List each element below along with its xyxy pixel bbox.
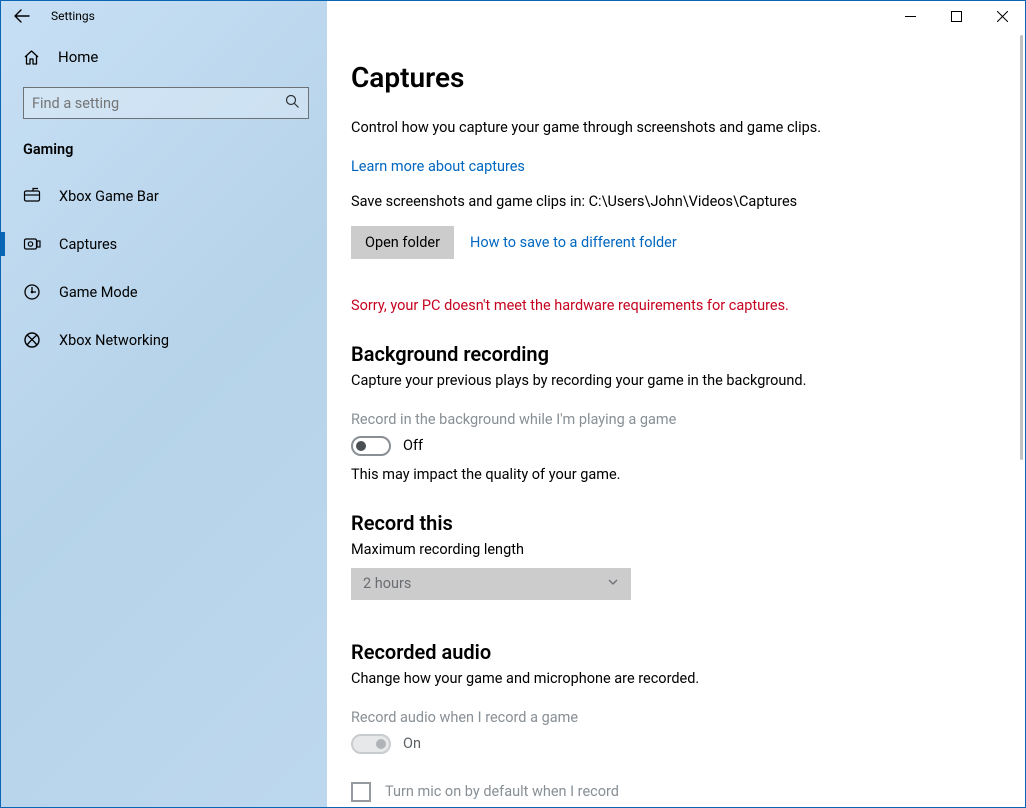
background-toggle-label: Record in the background while I'm playi… <box>351 411 985 428</box>
recorded-audio-heading: Recorded audio <box>351 640 985 664</box>
record-this-heading: Record this <box>351 511 985 535</box>
maximize-icon <box>951 11 962 22</box>
mic-default-label: Turn mic on by default when I record <box>385 783 619 800</box>
scrollbar[interactable] <box>1017 31 1025 807</box>
mic-default-row: Turn mic on by default when I record <box>351 782 985 802</box>
search-box[interactable] <box>23 87 309 119</box>
background-recording-heading: Background recording <box>351 342 985 366</box>
close-icon <box>997 11 1008 22</box>
background-recording-subtext: Capture your previous plays by recording… <box>351 372 985 389</box>
background-note: This may impact the quality of your game… <box>351 466 985 483</box>
record-audio-toggle-state: On <box>403 735 421 752</box>
window-title: Settings <box>51 9 95 23</box>
save-path-text: Save screenshots and game clips in: C:\U… <box>351 193 985 210</box>
search-icon <box>285 94 300 113</box>
xbox-icon <box>23 331 41 349</box>
body: Home Gaming Xbox Game Bar Captures <box>1 31 1025 807</box>
window-controls <box>887 1 1025 31</box>
sidebar-item-label: Captures <box>59 236 117 253</box>
arrow-left-icon <box>14 8 30 24</box>
content: Captures Control how you capture your ga… <box>327 31 1025 807</box>
scrollbar-thumb[interactable] <box>1020 35 1023 460</box>
minimize-icon <box>905 11 916 22</box>
page-title: Captures <box>351 61 985 94</box>
record-audio-toggle-row: On <box>351 734 985 754</box>
game-bar-icon <box>23 187 41 205</box>
mic-default-checkbox[interactable] <box>351 782 371 802</box>
chevron-down-icon <box>607 575 619 592</box>
background-toggle[interactable] <box>351 436 391 456</box>
settings-window: Settings Home <box>0 0 1026 808</box>
sidebar-item-captures[interactable]: Captures <box>1 222 327 266</box>
open-folder-button[interactable]: Open folder <box>351 226 454 259</box>
background-toggle-state: Off <box>403 437 423 454</box>
minimize-button[interactable] <box>887 1 933 31</box>
sidebar-item-label: Xbox Game Bar <box>59 188 159 205</box>
recorded-audio-subtext: Change how your game and microphone are … <box>351 670 985 687</box>
record-this-subtext: Maximum recording length <box>351 541 985 558</box>
sidebar-item-label: Xbox Networking <box>59 332 169 349</box>
sidebar: Home Gaming Xbox Game Bar Captures <box>1 1 327 807</box>
record-audio-toggle-label: Record audio when I record a game <box>351 709 985 726</box>
error-text: Sorry, your PC doesn't meet the hardware… <box>351 297 985 314</box>
game-mode-icon <box>23 283 41 301</box>
sidebar-item-xbox-networking[interactable]: Xbox Networking <box>1 318 327 362</box>
content-inner: Captures Control how you capture your ga… <box>327 31 1025 808</box>
home-icon <box>23 49 40 66</box>
save-different-folder-link[interactable]: How to save to a different folder <box>470 234 677 251</box>
titlebar: Settings <box>1 1 1025 31</box>
sidebar-item-game-mode[interactable]: Game Mode <box>1 270 327 314</box>
max-recording-length-dropdown[interactable]: 2 hours <box>351 568 631 600</box>
intro-text: Control how you capture your game throug… <box>351 118 871 138</box>
open-folder-row: Open folder How to save to a different f… <box>351 226 985 259</box>
sidebar-item-xbox-game-bar[interactable]: Xbox Game Bar <box>1 174 327 218</box>
close-button[interactable] <box>979 1 1025 31</box>
back-button[interactable] <box>1 1 43 31</box>
record-audio-toggle[interactable] <box>351 734 391 754</box>
home-label: Home <box>58 48 98 66</box>
captures-icon <box>23 235 41 253</box>
dropdown-value: 2 hours <box>363 575 411 592</box>
learn-more-link[interactable]: Learn more about captures <box>351 158 985 175</box>
section-heading: Gaming <box>1 141 327 158</box>
home-nav[interactable]: Home <box>1 37 327 77</box>
sidebar-item-label: Game Mode <box>59 284 138 301</box>
search-input[interactable] <box>32 95 285 112</box>
maximize-button[interactable] <box>933 1 979 31</box>
background-toggle-row: Off <box>351 436 985 456</box>
